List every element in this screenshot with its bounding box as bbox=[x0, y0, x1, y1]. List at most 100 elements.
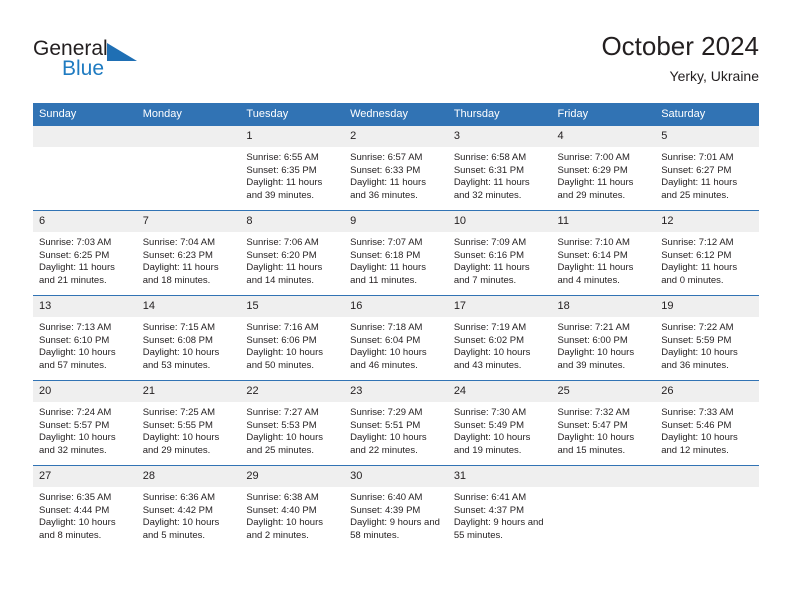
calendar-body: 1 Sunrise: 6:55 AM Sunset: 6:35 PM Daylight… bbox=[33, 126, 759, 550]
daylight-line: Daylight: 9 hours and 55 minutes. bbox=[453, 517, 544, 541]
calendar-cell-day[interactable]: 5 Sunrise: 7:01 AM Sunset: 6:27 PM Daylight… bbox=[655, 126, 759, 211]
calendar-cell-day[interactable]: 3 Sunrise: 6:58 AM Sunset: 6:31 PM Daylight… bbox=[447, 126, 552, 211]
day-number: 29 bbox=[240, 466, 345, 487]
weekday-header-sunday: Sunday bbox=[33, 103, 137, 126]
calendar-cell-day[interactable]: 13 Sunrise: 7:13 AM Sunset: 6:10 PM Dayligh… bbox=[33, 295, 137, 381]
sunset-line: Sunset: 4:39 PM bbox=[350, 504, 421, 516]
daylight-line: Daylight: 10 hours and 2 minutes. bbox=[246, 517, 323, 541]
sunrise-line: Sunrise: 7:21 AM bbox=[557, 322, 630, 333]
daylight-line: Daylight: 11 hours and 7 minutes. bbox=[453, 262, 530, 286]
daylight-line: Daylight: 11 hours and 32 minutes. bbox=[453, 177, 530, 201]
calendar-cell-day[interactable]: 29 Sunrise: 6:38 AM Sunset: 4:40 PM Dayligh… bbox=[240, 465, 345, 550]
day-info: Sunrise: 7:22 AM Sunset: 5:59 PM Daylight:… bbox=[655, 317, 759, 372]
calendar-cell-day[interactable]: 7 Sunrise: 7:04 AM Sunset: 6:23 PM Daylight… bbox=[136, 210, 241, 296]
calendar-cell-day[interactable]: 25 Sunrise: 7:32 AM Sunset: 5:47 PM Dayligh… bbox=[551, 380, 656, 466]
day-number: 27 bbox=[33, 466, 137, 487]
calendar-cell-day[interactable]: 8 Sunrise: 7:06 AM Sunset: 6:20 PM Daylight… bbox=[240, 210, 345, 296]
day-info: Sunrise: 7:29 AM Sunset: 5:51 PM Daylight:… bbox=[344, 402, 448, 457]
day-number: 28 bbox=[136, 466, 241, 487]
day-number bbox=[655, 466, 759, 487]
day-number: 3 bbox=[447, 126, 552, 147]
day-info: Sunrise: 7:12 AM Sunset: 6:12 PM Daylight:… bbox=[655, 232, 759, 287]
day-info: Sunrise: 7:19 AM Sunset: 6:02 PM Daylight:… bbox=[448, 317, 552, 372]
sunset-line: Sunset: 5:51 PM bbox=[350, 419, 421, 431]
calendar-cell-day[interactable]: 17 Sunrise: 7:19 AM Sunset: 6:02 PM Dayligh… bbox=[447, 295, 552, 381]
day-info: Sunrise: 6:57 AM Sunset: 6:33 PM Daylight:… bbox=[344, 147, 448, 202]
calendar-cell-day[interactable]: 6 Sunrise: 7:03 AM Sunset: 6:25 PM Daylight… bbox=[33, 210, 137, 296]
calendar-cell-empty bbox=[136, 126, 241, 211]
calendar-cell-day[interactable]: 10 Sunrise: 7:09 AM Sunset: 6:16 PM Dayligh… bbox=[447, 210, 552, 296]
sunrise-line: Sunrise: 7:19 AM bbox=[453, 322, 527, 333]
calendar-cell-day[interactable]: 2 Sunrise: 6:57 AM Sunset: 6:33 PM Daylight… bbox=[344, 126, 448, 211]
day-number: 12 bbox=[655, 211, 759, 232]
sunrise-line: Sunrise: 6:40 AM bbox=[350, 492, 423, 503]
day-number: 2 bbox=[344, 126, 448, 147]
daylight-line: Daylight: 10 hours and 53 minutes. bbox=[142, 347, 220, 371]
weekday-header-saturday: Saturday bbox=[655, 103, 759, 126]
sunrise-line: Sunrise: 7:03 AM bbox=[39, 237, 112, 248]
daylight-line: Daylight: 10 hours and 29 minutes. bbox=[142, 432, 220, 456]
day-info: Sunrise: 7:15 AM Sunset: 6:08 PM Daylight:… bbox=[137, 317, 241, 372]
calendar-cell-day[interactable]: 12 Sunrise: 7:12 AM Sunset: 6:12 PM Dayligh… bbox=[655, 210, 759, 296]
calendar-cell-day[interactable]: 31 Sunrise: 6:41 AM Sunset: 4:37 PM Dayligh… bbox=[447, 465, 552, 550]
sunset-line: Sunset: 5:49 PM bbox=[453, 419, 525, 431]
sunset-line: Sunset: 6:31 PM bbox=[453, 164, 525, 176]
weekday-header-tuesday: Tuesday bbox=[240, 103, 345, 126]
calendar-cell-day[interactable]: 28 Sunrise: 6:36 AM Sunset: 4:42 PM Dayligh… bbox=[136, 465, 241, 550]
calendar-cell-day[interactable]: 21 Sunrise: 7:25 AM Sunset: 5:55 PM Dayligh… bbox=[136, 380, 241, 466]
calendar-cell-day[interactable]: 19 Sunrise: 7:22 AM Sunset: 5:59 PM Dayligh… bbox=[655, 295, 759, 381]
calendar-cell-day[interactable]: 1 Sunrise: 6:55 AM Sunset: 6:35 PM Daylight… bbox=[240, 126, 345, 211]
sunset-line: Sunset: 6:35 PM bbox=[246, 164, 317, 176]
day-info: Sunrise: 6:55 AM Sunset: 6:35 PM Daylight:… bbox=[240, 147, 344, 202]
sunset-line: Sunset: 6:14 PM bbox=[557, 249, 628, 261]
calendar-cell-day[interactable]: 24 Sunrise: 7:30 AM Sunset: 5:49 PM Dayligh… bbox=[447, 380, 552, 466]
sunrise-line: Sunrise: 7:01 AM bbox=[661, 152, 734, 163]
calendar-cell-day[interactable]: 23 Sunrise: 7:29 AM Sunset: 5:51 PM Dayligh… bbox=[344, 380, 448, 466]
day-info: Sunrise: 7:27 AM Sunset: 5:53 PM Daylight:… bbox=[240, 402, 344, 457]
day-number bbox=[33, 126, 137, 147]
calendar-cell-day[interactable]: 14 Sunrise: 7:15 AM Sunset: 6:08 PM Dayligh… bbox=[136, 295, 241, 381]
daylight-line: Daylight: 11 hours and 29 minutes. bbox=[557, 177, 634, 201]
day-number bbox=[551, 466, 656, 487]
calendar-cell-day[interactable]: 15 Sunrise: 7:16 AM Sunset: 6:06 PM Dayligh… bbox=[240, 295, 345, 381]
calendar-week-row: 1 Sunrise: 6:55 AM Sunset: 6:35 PM Daylight… bbox=[33, 126, 759, 211]
sunrise-line: Sunrise: 7:04 AM bbox=[142, 237, 216, 248]
daylight-line: Daylight: 11 hours and 21 minutes. bbox=[39, 262, 115, 286]
title-block: October 2024 Yerky, Ukraine bbox=[601, 30, 759, 86]
sunrise-line: Sunrise: 7:13 AM bbox=[39, 322, 112, 333]
calendar-cell-day[interactable]: 9 Sunrise: 7:07 AM Sunset: 6:18 PM Daylight… bbox=[344, 210, 448, 296]
calendar-cell-day[interactable]: 20 Sunrise: 7:24 AM Sunset: 5:57 PM Dayligh… bbox=[33, 380, 137, 466]
sunset-line: Sunset: 5:55 PM bbox=[142, 419, 213, 431]
calendar-cell-day[interactable]: 26 Sunrise: 7:33 AM Sunset: 5:46 PM Dayligh… bbox=[655, 380, 759, 466]
sunrise-line: Sunrise: 6:36 AM bbox=[142, 492, 216, 503]
page-title: October 2024 bbox=[601, 31, 759, 61]
calendar-cell-day[interactable]: 18 Sunrise: 7:21 AM Sunset: 6:00 PM Dayligh… bbox=[551, 295, 656, 381]
sunset-line: Sunset: 6:12 PM bbox=[661, 249, 732, 261]
sunset-line: Sunset: 5:46 PM bbox=[661, 419, 732, 431]
daylight-line: Daylight: 11 hours and 36 minutes. bbox=[350, 177, 426, 201]
calendar-cell-day[interactable]: 22 Sunrise: 7:27 AM Sunset: 5:53 PM Dayligh… bbox=[240, 380, 345, 466]
daylight-line: Daylight: 10 hours and 12 minutes. bbox=[661, 432, 738, 456]
sunset-line: Sunset: 6:25 PM bbox=[39, 249, 110, 261]
daylight-line: Daylight: 11 hours and 14 minutes. bbox=[246, 262, 323, 286]
calendar-cell-day[interactable]: 4 Sunrise: 7:00 AM Sunset: 6:29 PM Daylight… bbox=[551, 126, 656, 211]
calendar-cell-day[interactable]: 11 Sunrise: 7:10 AM Sunset: 6:14 PM Dayligh… bbox=[551, 210, 656, 296]
sunrise-line: Sunrise: 6:58 AM bbox=[453, 152, 527, 163]
day-info: Sunrise: 7:16 AM Sunset: 6:06 PM Daylight:… bbox=[240, 317, 344, 372]
daylight-line: Daylight: 10 hours and 39 minutes. bbox=[557, 347, 635, 371]
calendar-cell-day[interactable]: 16 Sunrise: 7:18 AM Sunset: 6:04 PM Dayligh… bbox=[344, 295, 448, 381]
day-number: 26 bbox=[655, 381, 759, 402]
daylight-line: Daylight: 11 hours and 39 minutes. bbox=[246, 177, 323, 201]
calendar-cell-day[interactable]: 27 Sunrise: 6:35 AM Sunset: 4:44 PM Dayligh… bbox=[33, 465, 137, 550]
sunset-line: Sunset: 6:33 PM bbox=[350, 164, 421, 176]
daylight-line: Daylight: 10 hours and 43 minutes. bbox=[453, 347, 531, 371]
daylight-line: Daylight: 10 hours and 8 minutes. bbox=[39, 517, 116, 541]
calendar-header-row: Sunday Monday Tuesday Wednesday Thursday… bbox=[33, 103, 759, 126]
page-header: General Blue October 2024 Yerky, Ukraine bbox=[33, 30, 759, 96]
daylight-line: Daylight: 10 hours and 46 minutes. bbox=[350, 347, 427, 371]
calendar-cell-day[interactable]: 30 Sunrise: 6:40 AM Sunset: 4:39 PM Dayligh… bbox=[344, 465, 448, 550]
daylight-line: Daylight: 10 hours and 15 minutes. bbox=[557, 432, 635, 456]
day-info: Sunrise: 7:03 AM Sunset: 6:25 PM Daylight:… bbox=[33, 232, 137, 287]
day-number bbox=[136, 126, 241, 147]
day-info: Sunrise: 7:01 AM Sunset: 6:27 PM Daylight:… bbox=[655, 147, 759, 202]
